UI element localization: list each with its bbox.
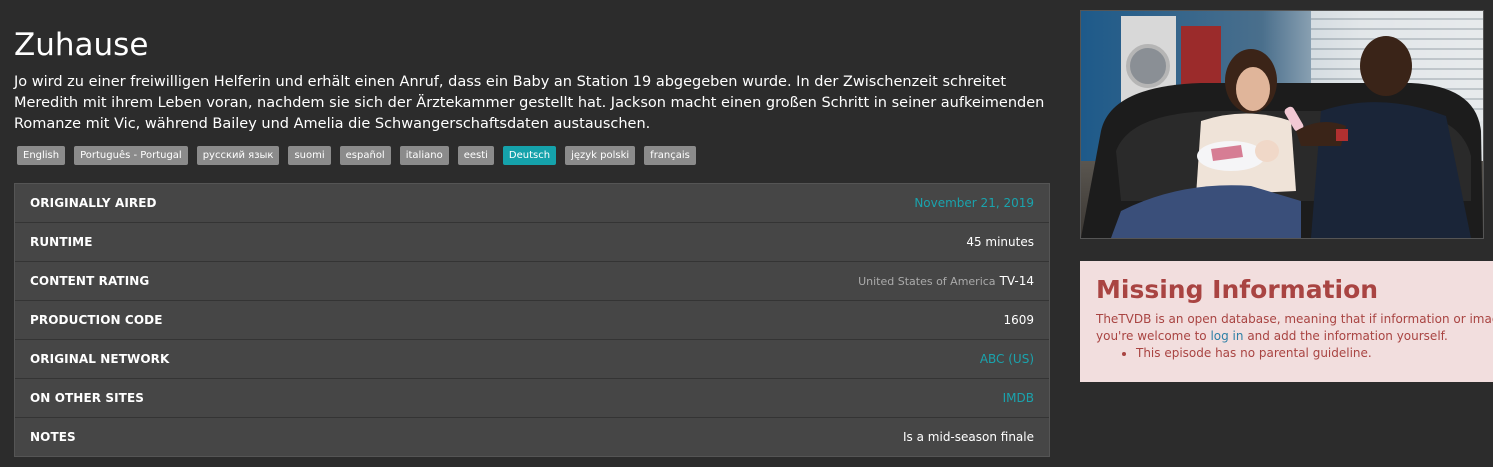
missing-info-line1: TheTVDB is an open database, meaning tha… (1096, 312, 1493, 326)
detail-row-originally-aired: ORIGINALLY AIRED November 21, 2019 (15, 184, 1049, 223)
detail-label: RUNTIME (30, 235, 93, 249)
lang-tag-portuguese[interactable]: Português - Portugal (74, 146, 188, 165)
login-link[interactable]: log in (1210, 329, 1243, 343)
missing-info-list: This episode has no parental guideline. (1096, 345, 1493, 362)
detail-row-notes: NOTES Is a mid-season finale (15, 418, 1049, 456)
detail-row-production-code: PRODUCTION CODE 1609 (15, 301, 1049, 340)
lang-tag-german[interactable]: Deutsch (502, 146, 557, 165)
missing-info-item: This episode has no parental guideline. (1136, 345, 1493, 362)
lang-tag-polish[interactable]: język polski (565, 146, 636, 165)
content-rating-value: United States of America TV-14 (858, 274, 1034, 288)
detail-row-content-rating: CONTENT RATING United States of America T… (15, 262, 1049, 301)
episode-overview: Jo wird zu einer freiwilligen Helferin u… (14, 74, 1045, 132)
production-code-value: 1609 (1003, 313, 1034, 327)
detail-label: ON OTHER SITES (30, 391, 144, 405)
detail-label: ORIGINALLY AIRED (30, 196, 157, 210)
missing-info-title: Missing Information (1096, 275, 1379, 304)
detail-label: PRODUCTION CODE (30, 313, 163, 327)
language-tags: English Português - Portugal русский язы… (17, 146, 696, 165)
runtime-value: 45 minutes (966, 235, 1034, 249)
lang-tag-russian[interactable]: русский язык (196, 146, 280, 165)
detail-row-runtime: RUNTIME 45 minutes (15, 223, 1049, 262)
lang-tag-french[interactable]: français (644, 146, 696, 165)
episode-image-container (1080, 10, 1484, 239)
aired-date-link[interactable]: November 21, 2019 (914, 196, 1034, 210)
episode-title: Zuhause (14, 27, 149, 63)
episode-thumbnail[interactable] (1080, 10, 1484, 239)
notes-value: Is a mid-season finale (903, 430, 1034, 444)
lang-tag-spanish[interactable]: español (339, 146, 391, 165)
network-link[interactable]: ABC (US) (980, 352, 1034, 366)
detail-label: ORIGINAL NETWORK (30, 352, 170, 366)
missing-info-line2-end: and add the information yourself. (1247, 329, 1448, 343)
missing-info-line2-start: you're welcome to (1096, 329, 1207, 343)
detail-row-other-sites: ON OTHER SITES IMDB (15, 379, 1049, 418)
detail-row-original-network: ORIGINAL NETWORK ABC (US) (15, 340, 1049, 379)
missing-info-text: TheTVDB is an open database, meaning tha… (1096, 311, 1493, 345)
episode-details-table: ORIGINALLY AIRED November 21, 2019 RUNTI… (14, 183, 1050, 457)
rating-country: United States of America (858, 275, 996, 288)
lang-tag-finnish[interactable]: suomi (288, 146, 331, 165)
rating-value: TV-14 (999, 274, 1034, 288)
lang-tag-italian[interactable]: italiano (399, 146, 449, 165)
imdb-link[interactable]: IMDB (1003, 391, 1034, 405)
detail-label: CONTENT RATING (30, 274, 150, 288)
episode-main: Zuhause Jo wird zu einer freiwilligen He… (14, 0, 1050, 457)
missing-information-alert: Missing Information TheTVDB is an open d… (1080, 261, 1493, 382)
detail-label: NOTES (30, 430, 76, 444)
lang-tag-estonian[interactable]: eesti (457, 146, 494, 165)
lang-tag-english[interactable]: English (17, 146, 66, 165)
